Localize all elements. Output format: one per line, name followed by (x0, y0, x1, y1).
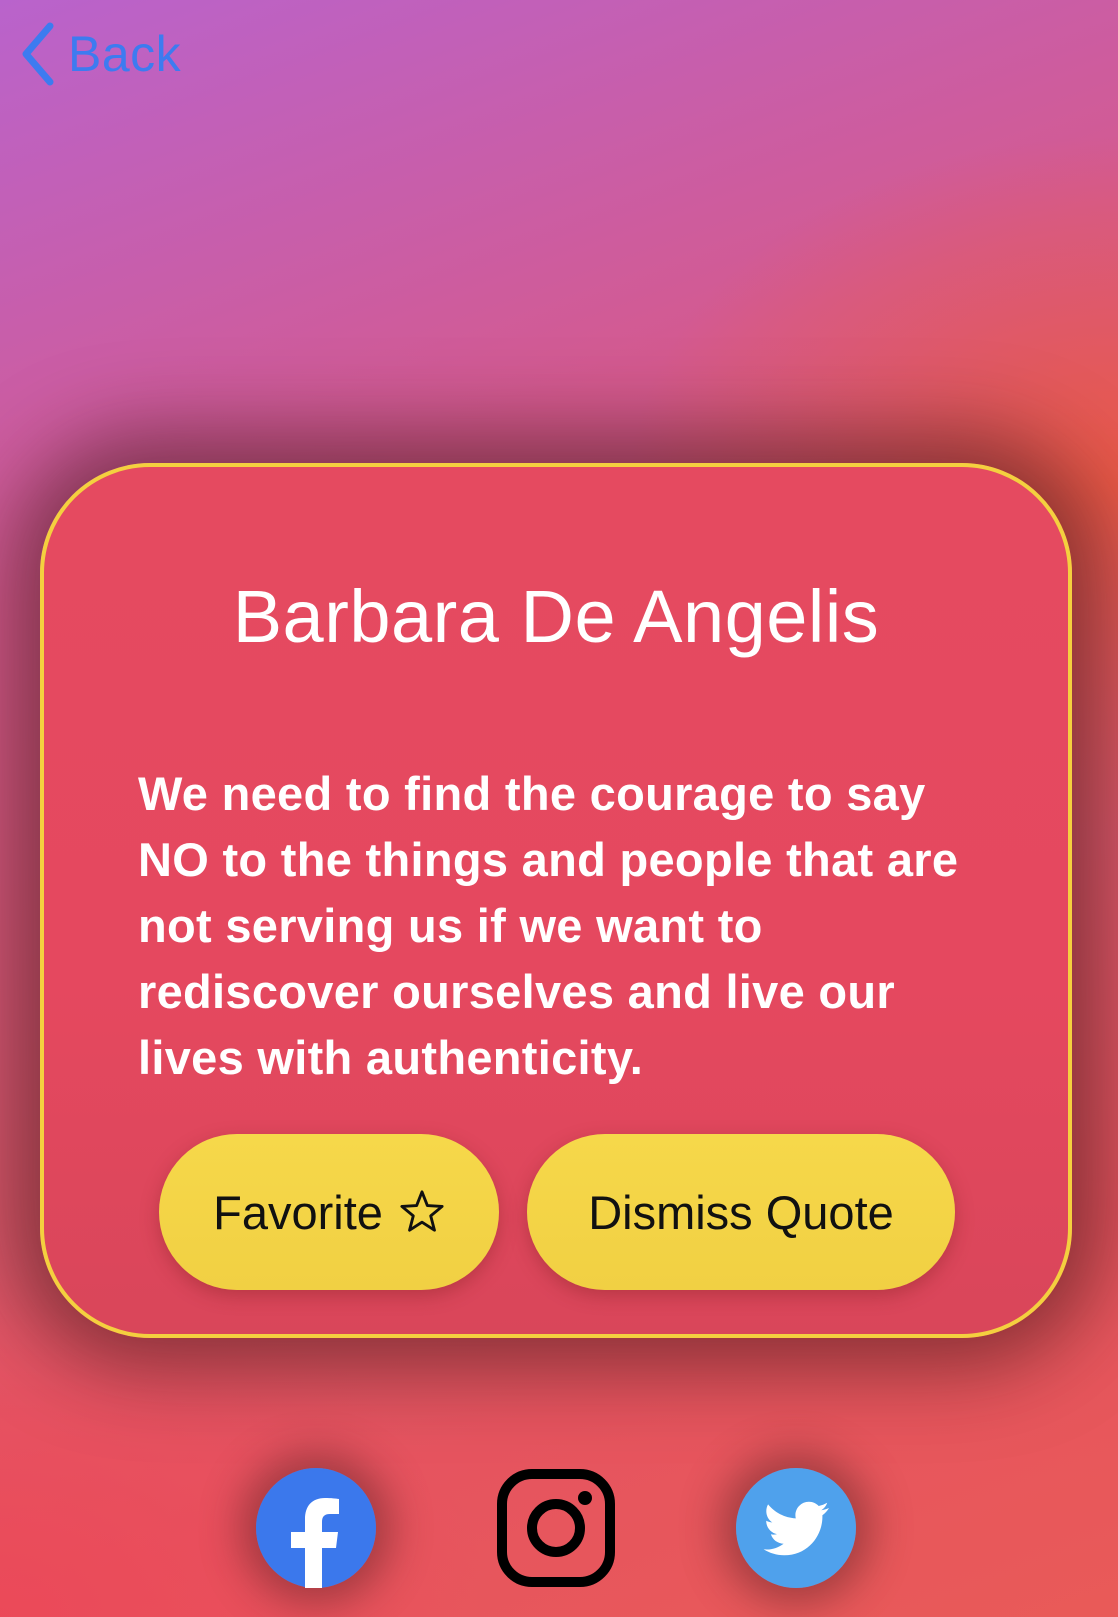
star-icon (399, 1189, 445, 1235)
chevron-left-icon (18, 22, 58, 86)
dismiss-label: Dismiss Quote (588, 1185, 894, 1239)
favorite-button[interactable]: Favorite (159, 1134, 499, 1290)
dismiss-quote-button[interactable]: Dismiss Quote (527, 1134, 955, 1290)
twitter-icon[interactable] (736, 1468, 856, 1588)
quote-author: Barbara De Angelis (232, 575, 880, 658)
favorite-label: Favorite (213, 1185, 383, 1239)
facebook-icon[interactable] (256, 1468, 376, 1588)
back-button[interactable]: Back (18, 22, 181, 86)
quote-text: We need to find the courage to say NO to… (138, 767, 959, 1084)
quote-card: Barbara De Angelis We need to find the c… (40, 463, 1072, 1338)
instagram-icon[interactable] (496, 1468, 616, 1588)
back-label: Back (68, 26, 182, 82)
